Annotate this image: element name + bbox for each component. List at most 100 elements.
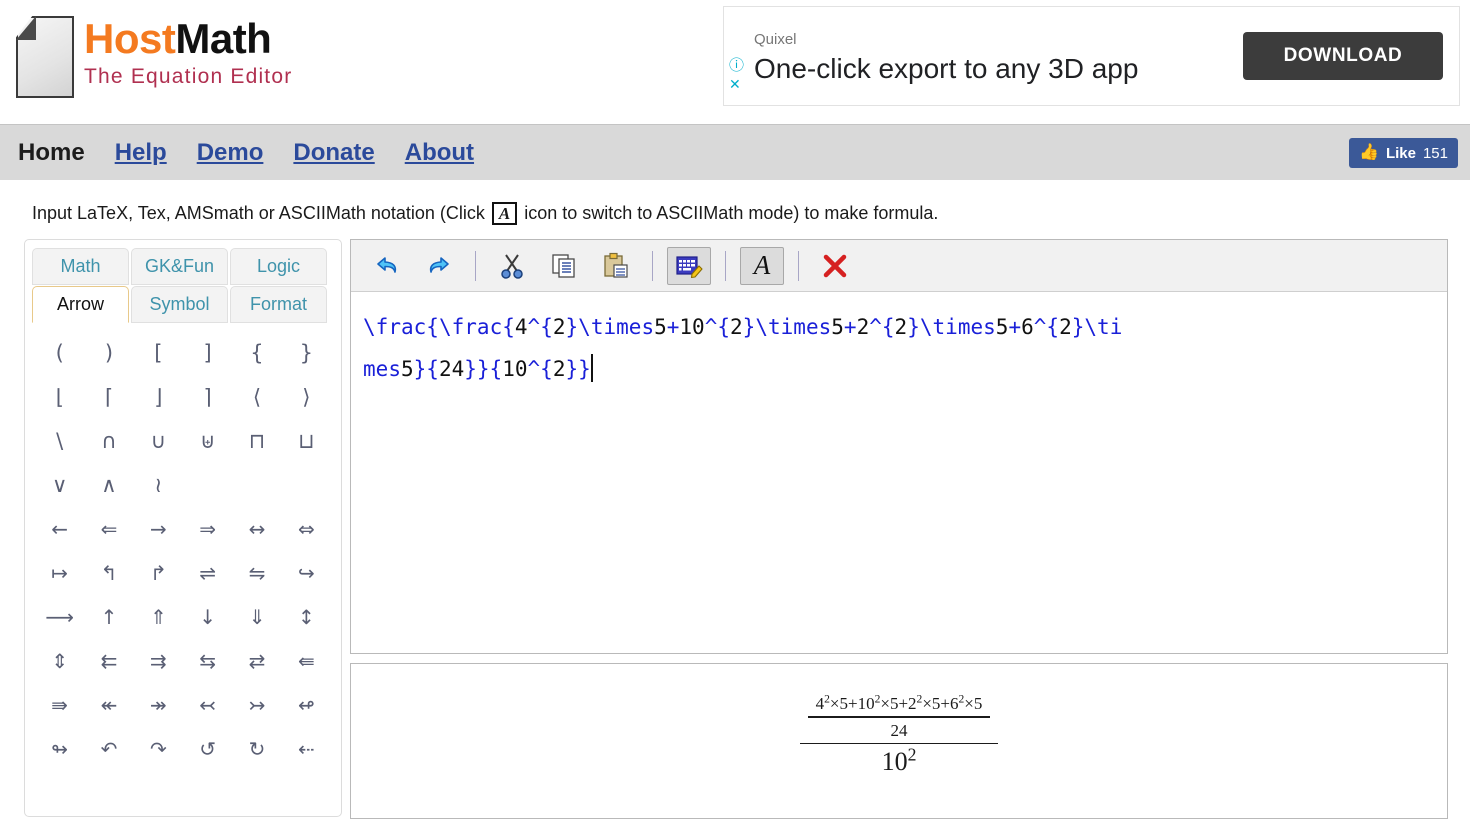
symbol-cell[interactable]: ∨: [35, 468, 84, 502]
symbol-cell[interactable]: ⌉: [183, 380, 232, 414]
nav-item-donate[interactable]: Donate: [293, 139, 374, 167]
symbol-cell[interactable]: ∧: [84, 468, 133, 502]
symbol-cell[interactable]: ↑: [84, 600, 133, 634]
undo-button[interactable]: [365, 247, 409, 285]
symbol-cell[interactable]: ↕: [282, 600, 331, 634]
symbol-cell[interactable]: ⇐: [84, 512, 133, 546]
symbol-cell[interactable]: ⇒: [183, 512, 232, 546]
facebook-like-button[interactable]: 👍 Like 151: [1349, 138, 1458, 168]
symbol-cell[interactable]: [: [134, 336, 183, 370]
advertisement-banner[interactable]: ⓘ ✕ Quixel One-click export to any 3D ap…: [723, 6, 1460, 106]
symbol-category-tabs: Math GK&Fun Logic Arrow Symbol Format: [25, 240, 341, 324]
symbol-cell[interactable]: ⇚: [282, 644, 331, 678]
symbol-cell[interactable]: ⇛: [35, 688, 84, 722]
symbol-cell[interactable]: ↣: [232, 688, 281, 722]
symbol-cell[interactable]: ↪: [282, 556, 331, 590]
asciimath-toggle-button[interactable]: A: [740, 246, 784, 285]
ad-controls: ⓘ ✕: [729, 58, 744, 91]
symbol-cell[interactable]: ←: [35, 512, 84, 546]
symbol-cell[interactable]: ⇕: [35, 644, 84, 678]
undo-icon: [377, 256, 397, 273]
symbol-cell[interactable]: ↓: [183, 600, 232, 634]
symbol-cell[interactable]: ⌋: [134, 380, 183, 414]
symbol-cell[interactable]: ∪: [134, 424, 183, 458]
ad-headline[interactable]: One-click export to any 3D app: [754, 53, 1138, 85]
symbol-cell[interactable]: ↺: [183, 732, 232, 766]
info-icon[interactable]: ⓘ: [729, 58, 744, 73]
symbol-cell[interactable]: ⊎: [183, 424, 232, 458]
nav-item-help[interactable]: Help: [115, 139, 167, 167]
editor-toolbar: A: [351, 240, 1447, 292]
main-navigation: Home Help Demo Donate About 👍 Like 151: [0, 124, 1470, 180]
symbol-cell[interactable]: ⟩: [282, 380, 331, 414]
symbol-cell[interactable]: ↦: [35, 556, 84, 590]
symbol-cell[interactable]: ⊔: [282, 424, 331, 458]
symbol-cell[interactable]: ]: [183, 336, 232, 370]
tab-format[interactable]: Format: [230, 286, 327, 323]
symbol-cell[interactable]: ↠: [134, 688, 183, 722]
symbol-cell[interactable]: ⇠: [282, 732, 331, 766]
like-label: Like: [1385, 144, 1416, 162]
symbol-cell[interactable]: ⇓: [232, 600, 281, 634]
clear-button[interactable]: [813, 247, 857, 285]
symbol-cell[interactable]: ⇔: [282, 512, 331, 546]
nav-item-home[interactable]: Home: [18, 139, 85, 167]
symbol-cell[interactable]: ↶: [84, 732, 133, 766]
outer-denominator: 102: [881, 744, 917, 777]
tab-logic[interactable]: Logic: [230, 248, 327, 285]
symbol-cell[interactable]: ⇉: [134, 644, 183, 678]
symbol-cell[interactable]: ↰: [84, 556, 133, 590]
inner-fraction: 42×5+102×5+22×5+62×5 24: [807, 692, 991, 741]
symbol-cell[interactable]: ∩: [84, 424, 133, 458]
editor-mode-button[interactable]: [667, 246, 711, 285]
symbol-cell[interactable]: (: [35, 336, 84, 370]
symbol-cell[interactable]: ⇄: [232, 644, 281, 678]
clipboard-icon: [604, 252, 628, 278]
symbol-cell[interactable]: ⌈: [84, 380, 133, 414]
symbol-cell[interactable]: ↔: [232, 512, 281, 546]
close-icon[interactable]: ✕: [729, 77, 744, 91]
symbol-cell[interactable]: ↻: [232, 732, 281, 766]
tab-arrow[interactable]: Arrow: [32, 286, 129, 323]
redo-button[interactable]: [417, 247, 461, 285]
nav-item-about[interactable]: About: [405, 139, 474, 167]
symbol-cell[interactable]: →: [134, 512, 183, 546]
toolbar-separator: [798, 250, 799, 281]
like-count: 151: [1422, 144, 1448, 162]
symbol-cell[interactable]: ⇇: [84, 644, 133, 678]
tab-math[interactable]: Math: [32, 248, 129, 285]
rendered-formula: 42×5+102×5+22×5+62×5 24 102: [799, 686, 999, 777]
symbol-cell[interactable]: ↷: [134, 732, 183, 766]
symbol-cell[interactable]: ⇌: [183, 556, 232, 590]
tab-gkfun[interactable]: GK&Fun: [131, 248, 228, 285]
symbol-cell[interactable]: ⇋: [232, 556, 281, 590]
symbol-cell[interactable]: ⟶: [35, 600, 84, 634]
tab-symbol[interactable]: Symbol: [131, 286, 228, 323]
symbol-cell[interactable]: }: [282, 336, 331, 370]
symbol-cell[interactable]: ↞: [84, 688, 133, 722]
symbol-cell[interactable]: \: [35, 424, 84, 458]
symbol-cell[interactable]: ⌊: [35, 380, 84, 414]
toolbar-separator: [475, 250, 476, 281]
cut-button[interactable]: [490, 247, 534, 285]
site-logo[interactable]: HostMath The Equation Editor: [14, 14, 292, 100]
symbol-cell[interactable]: ⟨: [232, 380, 281, 414]
symbol-cell[interactable]: ): [84, 336, 133, 370]
symbol-cell[interactable]: ↢: [183, 688, 232, 722]
symbol-cell[interactable]: ↫: [282, 688, 331, 722]
symbol-cell[interactable]: ⇆: [183, 644, 232, 678]
symbol-cell: [232, 468, 281, 502]
symbol-cell[interactable]: ⇑: [134, 600, 183, 634]
symbol-cell[interactable]: {: [232, 336, 281, 370]
copy-button[interactable]: [542, 247, 586, 285]
symbol-cell[interactable]: ⊓: [232, 424, 281, 458]
toolbar-separator: [725, 250, 726, 281]
symbol-cell[interactable]: ↱: [134, 556, 183, 590]
nav-item-demo[interactable]: Demo: [197, 139, 264, 167]
latex-source-input[interactable]: \frac{\frac{4^{2}\times5+10^{2}\times5+2…: [351, 292, 1447, 652]
inner-numerator: 42×5+102×5+22×5+62×5: [815, 692, 983, 713]
paste-button[interactable]: [594, 247, 638, 285]
symbol-cell[interactable]: ≀: [134, 468, 183, 502]
ad-download-button[interactable]: DOWNLOAD: [1243, 32, 1443, 80]
symbol-cell[interactable]: ↬: [35, 732, 84, 766]
